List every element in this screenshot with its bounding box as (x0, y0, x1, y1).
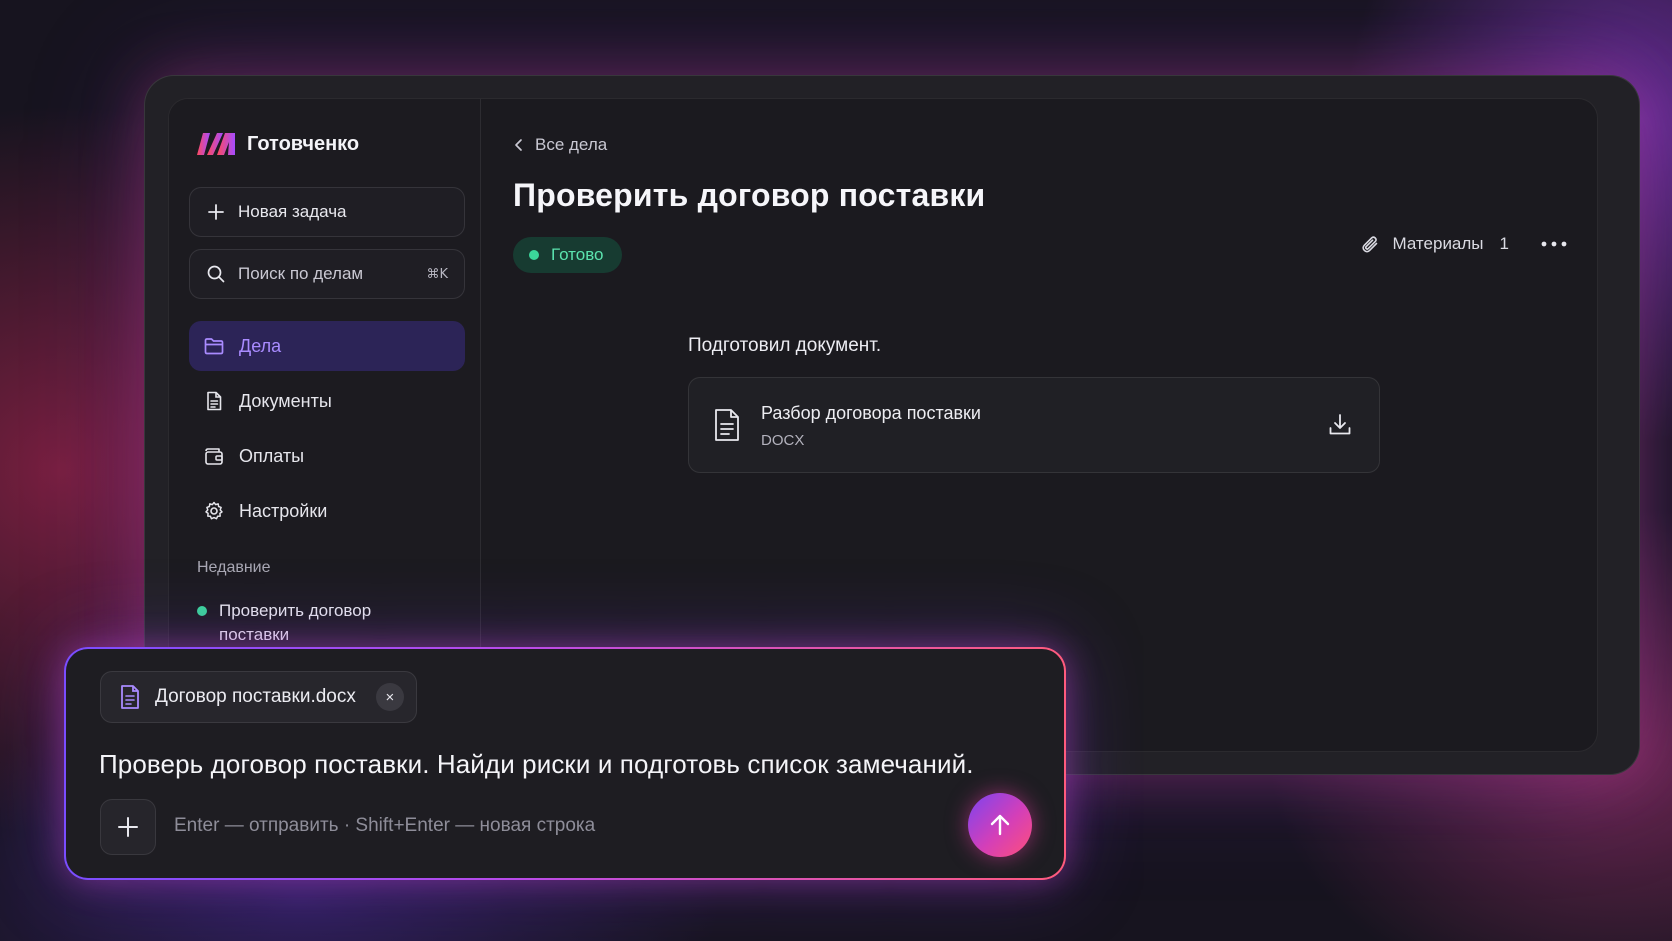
wallet-icon (205, 448, 223, 465)
sidebar-item-settings[interactable]: Настройки (189, 486, 465, 536)
plus-icon (208, 204, 224, 220)
composer-body: Договор поставки.docx × Проверь договор … (66, 649, 1064, 878)
recent-item[interactable]: Проверить договор поставки (197, 599, 437, 647)
new-task-button[interactable]: Новая задача (189, 187, 465, 237)
document-icon (121, 685, 139, 709)
more-horizontal-icon (1541, 241, 1567, 247)
document-icon (715, 409, 739, 441)
folder-icon (204, 338, 224, 355)
back-label: Все дела (535, 135, 608, 154)
assistant-message: Подготовил документ. (688, 335, 882, 356)
chevron-left-icon (515, 139, 522, 151)
materials-label: Материалы (1392, 234, 1484, 253)
file-card[interactable]: Разбор договора поставки DOCX (688, 377, 1380, 473)
search-icon (207, 265, 225, 283)
new-task-label: Новая задача (238, 202, 347, 221)
more-options-button[interactable] (1537, 227, 1571, 261)
download-icon (1329, 414, 1351, 435)
document-icon (207, 391, 222, 411)
prompt-input[interactable]: Проверь договор поставки. Найди риски и … (99, 749, 974, 780)
sidebar-item-label: Документы (239, 390, 332, 411)
sidebar-item-documents[interactable]: Документы (189, 376, 465, 426)
send-button[interactable] (968, 793, 1032, 857)
status-label: Готово (551, 245, 604, 264)
materials-button[interactable]: Материалы 1 (1359, 229, 1509, 259)
attachment-name: Договор поставки.docx (155, 686, 356, 707)
gear-icon (205, 501, 223, 520)
sidebar-nav: Дела Документы Оплаты Настройки (189, 321, 465, 541)
download-button[interactable] (1323, 408, 1357, 442)
page-title: Проверить договор поставки (513, 177, 986, 213)
sidebar-item-payments[interactable]: Оплаты (189, 431, 465, 481)
status-dot (197, 606, 207, 616)
chat-composer: Договор поставки.docx × Проверь договор … (64, 647, 1066, 880)
attachment-chip[interactable]: Договор поставки.docx × (100, 671, 417, 723)
add-attachment-button[interactable] (100, 799, 156, 855)
plus-icon (118, 817, 138, 837)
brand-logo-icon (197, 133, 235, 155)
recent-section-title: Недавние (197, 559, 271, 576)
sidebar-item-cases[interactable]: Дела (189, 321, 465, 371)
arrow-up-icon (990, 814, 1010, 836)
status-badge: Готово (513, 237, 622, 273)
search-shortcut: ⌘K (426, 266, 448, 282)
sidebar-item-label: Настройки (239, 500, 328, 521)
file-extension: DOCX (761, 432, 805, 449)
brand[interactable]: Готовченко (195, 131, 359, 157)
sidebar-item-label: Оплаты (239, 445, 305, 466)
search-input[interactable]: Поиск по делам ⌘K (189, 249, 465, 299)
file-name: Разбор договора поставки (761, 403, 981, 423)
remove-attachment-button[interactable]: × (375, 683, 404, 711)
brand-name: Готовченко (247, 132, 360, 155)
status-dot (529, 250, 539, 260)
keyboard-hint: Enter — отправить · Shift+Enter — новая … (174, 815, 596, 836)
materials-count: 1 (1499, 234, 1509, 253)
recent-item-label: Проверить договор поставки (219, 601, 372, 644)
back-link[interactable]: Все дела (513, 135, 607, 155)
sidebar-item-label: Дела (239, 335, 282, 356)
search-placeholder: Поиск по делам (238, 264, 364, 283)
paperclip-icon (1361, 236, 1377, 253)
